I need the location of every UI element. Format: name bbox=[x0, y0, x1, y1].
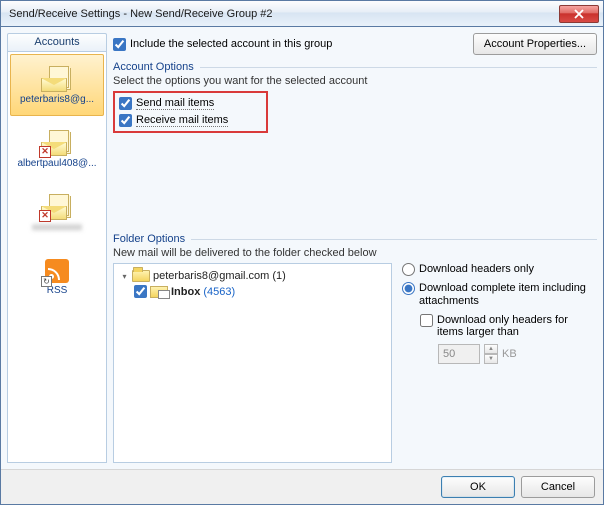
client-area: Accounts peterbaris8@g... ✕ albertpaul40… bbox=[1, 27, 603, 469]
account-properties-button[interactable]: Account Properties... bbox=[473, 33, 597, 55]
tree-root-row[interactable]: ▾ peterbaris8@gmail.com (1) bbox=[120, 270, 385, 282]
account-options-desc: Select the options you want for the sele… bbox=[113, 75, 597, 87]
highlighted-options-box: Send mail items Receive mail items bbox=[113, 91, 268, 133]
tree-root-count: (1) bbox=[272, 270, 285, 282]
receive-mail-row: Receive mail items bbox=[119, 114, 256, 127]
legend-text: Folder Options bbox=[113, 233, 185, 245]
send-mail-checkbox[interactable] bbox=[119, 97, 132, 110]
close-icon bbox=[574, 9, 584, 19]
tree-inbox-row[interactable]: Inbox (4563) bbox=[134, 285, 385, 298]
mail-account-error-icon: ✕ bbox=[41, 130, 73, 156]
spinner-up-button[interactable]: ▲ bbox=[484, 344, 498, 354]
size-input[interactable]: 50 bbox=[438, 344, 480, 364]
account-options-legend: Account Options bbox=[113, 61, 597, 73]
cancel-button[interactable]: Cancel bbox=[521, 476, 595, 498]
folder-options-legend: Folder Options bbox=[113, 233, 597, 245]
download-only-headers-larger-checkbox[interactable] bbox=[420, 314, 433, 327]
download-headers-only-row: Download headers only bbox=[402, 263, 597, 276]
account-label: peterbaris8@g... bbox=[20, 94, 94, 105]
folder-area: ▾ peterbaris8@gmail.com (1) Inbox (4563) bbox=[113, 263, 597, 463]
folder-options-fieldset: Folder Options New mail will be delivere… bbox=[113, 233, 597, 463]
download-options: Download headers only Download complete … bbox=[402, 263, 597, 463]
download-complete-radio[interactable] bbox=[402, 282, 415, 295]
send-mail-label: Send mail items bbox=[136, 97, 214, 110]
inbox-label: Inbox bbox=[171, 286, 200, 298]
size-value: 50 bbox=[443, 348, 455, 360]
download-headers-only-label: Download headers only bbox=[419, 263, 534, 276]
receive-mail-checkbox[interactable] bbox=[119, 114, 132, 127]
account-item-albertpaul408[interactable]: ✕ albertpaul408@... bbox=[10, 118, 104, 180]
rss-icon: ↻ bbox=[45, 259, 69, 283]
sidebar-header: Accounts bbox=[7, 33, 107, 51]
account-options-fieldset: Account Options Select the options you w… bbox=[113, 61, 597, 133]
download-headers-only-radio[interactable] bbox=[402, 263, 415, 276]
inbox-count: (4563) bbox=[203, 286, 235, 298]
account-item-blurred[interactable]: ✕ xxxxxxxxxx bbox=[10, 182, 104, 244]
download-only-headers-larger-row: Download only headers for items larger t… bbox=[420, 314, 597, 338]
account-properties-label: Account Properties... bbox=[484, 38, 586, 50]
inbox-checkbox[interactable] bbox=[134, 285, 147, 298]
ok-label: OK bbox=[470, 481, 486, 493]
account-item-peterbaris8[interactable]: peterbaris8@g... bbox=[10, 54, 104, 116]
ok-button[interactable]: OK bbox=[441, 476, 515, 498]
dialog-button-row: OK Cancel bbox=[1, 469, 603, 504]
account-label: albertpaul408@... bbox=[17, 158, 96, 169]
accounts-list: peterbaris8@g... ✕ albertpaul408@... ✕ x… bbox=[7, 51, 107, 463]
window-title: Send/Receive Settings - New Send/Receive… bbox=[9, 8, 559, 20]
main-panel: Include the selected account in this gro… bbox=[113, 33, 597, 463]
inbox-icon bbox=[150, 286, 168, 298]
include-account-checkbox[interactable] bbox=[113, 38, 126, 51]
size-unit: KB bbox=[502, 348, 517, 360]
size-spinner-buttons: ▲ ▼ bbox=[484, 344, 498, 364]
download-complete-label: Download complete item including attachm… bbox=[419, 282, 597, 308]
include-account-row: Include the selected account in this gro… bbox=[113, 38, 465, 51]
dialog-window: Send/Receive Settings - New Send/Receive… bbox=[0, 0, 604, 505]
cancel-label: Cancel bbox=[541, 481, 575, 493]
titlebar[interactable]: Send/Receive Settings - New Send/Receive… bbox=[1, 1, 603, 27]
download-complete-row: Download complete item including attachm… bbox=[402, 282, 597, 308]
account-label: xxxxxxxxxx bbox=[32, 222, 82, 233]
mail-account-error-icon: ✕ bbox=[41, 194, 73, 220]
spinner-down-button[interactable]: ▼ bbox=[484, 354, 498, 364]
include-account-label: Include the selected account in this gro… bbox=[130, 38, 332, 50]
folder-tree[interactable]: ▾ peterbaris8@gmail.com (1) Inbox (4563) bbox=[113, 263, 392, 463]
collapse-icon[interactable]: ▾ bbox=[120, 272, 129, 281]
accounts-sidebar: Accounts peterbaris8@g... ✕ albertpaul40… bbox=[7, 33, 107, 463]
close-button[interactable] bbox=[559, 5, 599, 23]
folder-open-icon bbox=[132, 270, 150, 282]
top-row: Include the selected account in this gro… bbox=[113, 33, 597, 55]
mail-account-icon bbox=[41, 66, 73, 92]
download-only-headers-larger-label: Download only headers for items larger t… bbox=[437, 314, 597, 338]
account-item-rss[interactable]: ↻ RSS bbox=[10, 246, 104, 308]
size-spinner-row: 50 ▲ ▼ KB bbox=[438, 344, 597, 364]
folder-options-desc: New mail will be delivered to the folder… bbox=[113, 247, 597, 259]
send-mail-row: Send mail items bbox=[119, 97, 256, 110]
legend-text: Account Options bbox=[113, 61, 194, 73]
tree-root-label: peterbaris8@gmail.com bbox=[153, 270, 269, 282]
receive-mail-label: Receive mail items bbox=[136, 114, 228, 127]
